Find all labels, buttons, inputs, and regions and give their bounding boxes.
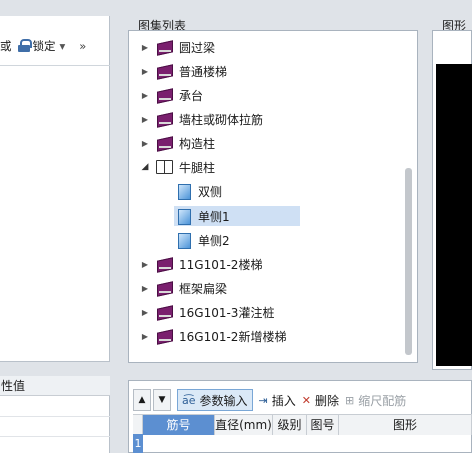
lock-label: 锁定 [32,38,56,53]
tree-item[interactable]: ▶ 承台 [140,85,203,105]
column-header[interactable]: 筋号 [143,415,215,435]
book-icon [156,329,173,343]
tree-item[interactable]: ▶ 墙柱或砌体拉筋 [140,109,263,129]
preview-canvas[interactable] [436,64,472,366]
param-input-button[interactable]: a͡e 参数输入 [177,389,253,411]
delete-label: 删除 [314,393,339,408]
book-icon [156,88,173,102]
scale-rebar-button[interactable]: ⊞ 缩尺配筋 [345,389,406,411]
tree-item-label: 16G101-2新增楼梯 [179,329,287,344]
overflow-button[interactable]: » [79,39,86,53]
tree-item-label: 牛腿柱 [179,160,216,175]
cut-off-label: 或 [0,38,12,53]
row-number[interactable]: 1 [133,434,143,453]
tree-item[interactable]: ▶ 16G101-3灌注桩 [140,302,275,322]
expand-arrow-icon[interactable]: ▶ [140,284,150,293]
rebar-grid-header: 筋号 直径(mm) 级别 图号 图形 [133,414,472,435]
expand-arrow-icon[interactable]: ▶ [140,332,150,341]
param-input-icon: a͡e [182,393,196,407]
tree-item-label: 构造柱 [179,136,216,151]
column-header[interactable]: 级别 [273,415,307,435]
tree-item-label: 单侧1 [198,209,230,224]
collapse-arrow-icon[interactable]: ◢ [140,162,150,172]
delete-button[interactable]: ✕ 删除 [302,389,339,411]
tree-item-label: 11G101-2楼梯 [179,257,263,272]
arrow-up-icon: ▲ [138,395,146,405]
left-toolbar: 或 锁定 ▾ » [0,26,110,66]
chevron-down-icon: ▾ [59,38,66,53]
tree-item[interactable]: 双侧 [178,181,222,201]
column-header[interactable]: 图号 [307,415,339,435]
lock-button[interactable]: 锁定 ▾ [12,38,66,54]
tree-item-label: 单侧2 [198,233,230,248]
rebar-toolbar: ▲ ▼ a͡e 参数输入 ⇥ 插入 ✕ 删除 ⊞ 缩尺配筋 [133,388,412,412]
tree-item-label: 双侧 [198,184,223,199]
tree-item-label: 框架扁梁 [179,281,228,296]
move-up-button[interactable]: ▲ [133,389,151,411]
book-icon [156,281,173,295]
row-divider [0,436,110,437]
book-icon [156,64,173,78]
lock-icon [17,39,32,52]
tree-item-label: 墙柱或砌体拉筋 [179,112,264,127]
insert-icon: ⇥ [258,393,268,407]
left-pane: 或 锁定 ▾ » [0,16,110,362]
tree-item-label: 圆过梁 [179,40,216,55]
book-icon [156,305,173,319]
scale-rebar-label: 缩尺配筋 [358,393,407,408]
properties-pane: 性值 [0,376,110,453]
column-header[interactable]: 图形 [339,415,472,435]
tree-item[interactable]: ▶ 构造柱 [140,133,215,153]
param-input-label: 参数输入 [199,393,248,408]
tree-item[interactable]: ▶ 框架扁梁 [140,278,227,298]
tree-item-selected[interactable]: 单侧1 [174,206,300,226]
tree-item[interactable]: ◢ 牛腿柱 [140,157,215,177]
tree-item[interactable]: ▶ 11G101-2楼梯 [140,254,263,274]
scale-rebar-icon: ⊞ [345,393,355,407]
expand-arrow-icon[interactable]: ▶ [140,43,150,52]
expand-arrow-icon[interactable]: ▶ [140,115,150,124]
tree-item[interactable]: 单侧2 [178,230,230,250]
expand-arrow-icon[interactable]: ▶ [140,260,150,269]
properties-header: 性值 [0,376,110,396]
tree-item-label: 16G101-3灌注桩 [179,305,275,320]
tree-item[interactable]: ▶ 圆过梁 [140,37,215,57]
delete-icon: ✕ [301,393,311,407]
book-icon [156,112,173,126]
tree-item-label: 普通楼梯 [179,64,228,79]
expand-arrow-icon[interactable]: ▶ [140,308,150,317]
row-header-corner [133,415,143,435]
book-icon [156,257,173,271]
document-icon [178,209,191,225]
row-divider [0,416,110,417]
arrow-down-icon: ▼ [158,395,166,405]
book-icon [156,136,173,150]
move-down-button[interactable]: ▼ [153,389,171,411]
insert-label: 插入 [271,393,296,408]
book-icon [156,40,173,54]
tree-item[interactable]: ▶ 16G101-2新增楼梯 [140,326,287,346]
document-icon [178,233,191,249]
tree-item-label: 承台 [179,88,204,103]
insert-button[interactable]: ⇥ 插入 [259,389,296,411]
open-book-icon [156,160,173,174]
document-icon [178,184,191,200]
tree-scrollbar[interactable] [405,168,412,355]
expand-arrow-icon[interactable]: ▶ [140,139,150,148]
tree-item[interactable]: ▶ 普通楼梯 [140,61,227,81]
expand-arrow-icon[interactable]: ▶ [140,67,150,76]
expand-arrow-icon[interactable]: ▶ [140,91,150,100]
column-header[interactable]: 直径(mm) [215,415,273,435]
